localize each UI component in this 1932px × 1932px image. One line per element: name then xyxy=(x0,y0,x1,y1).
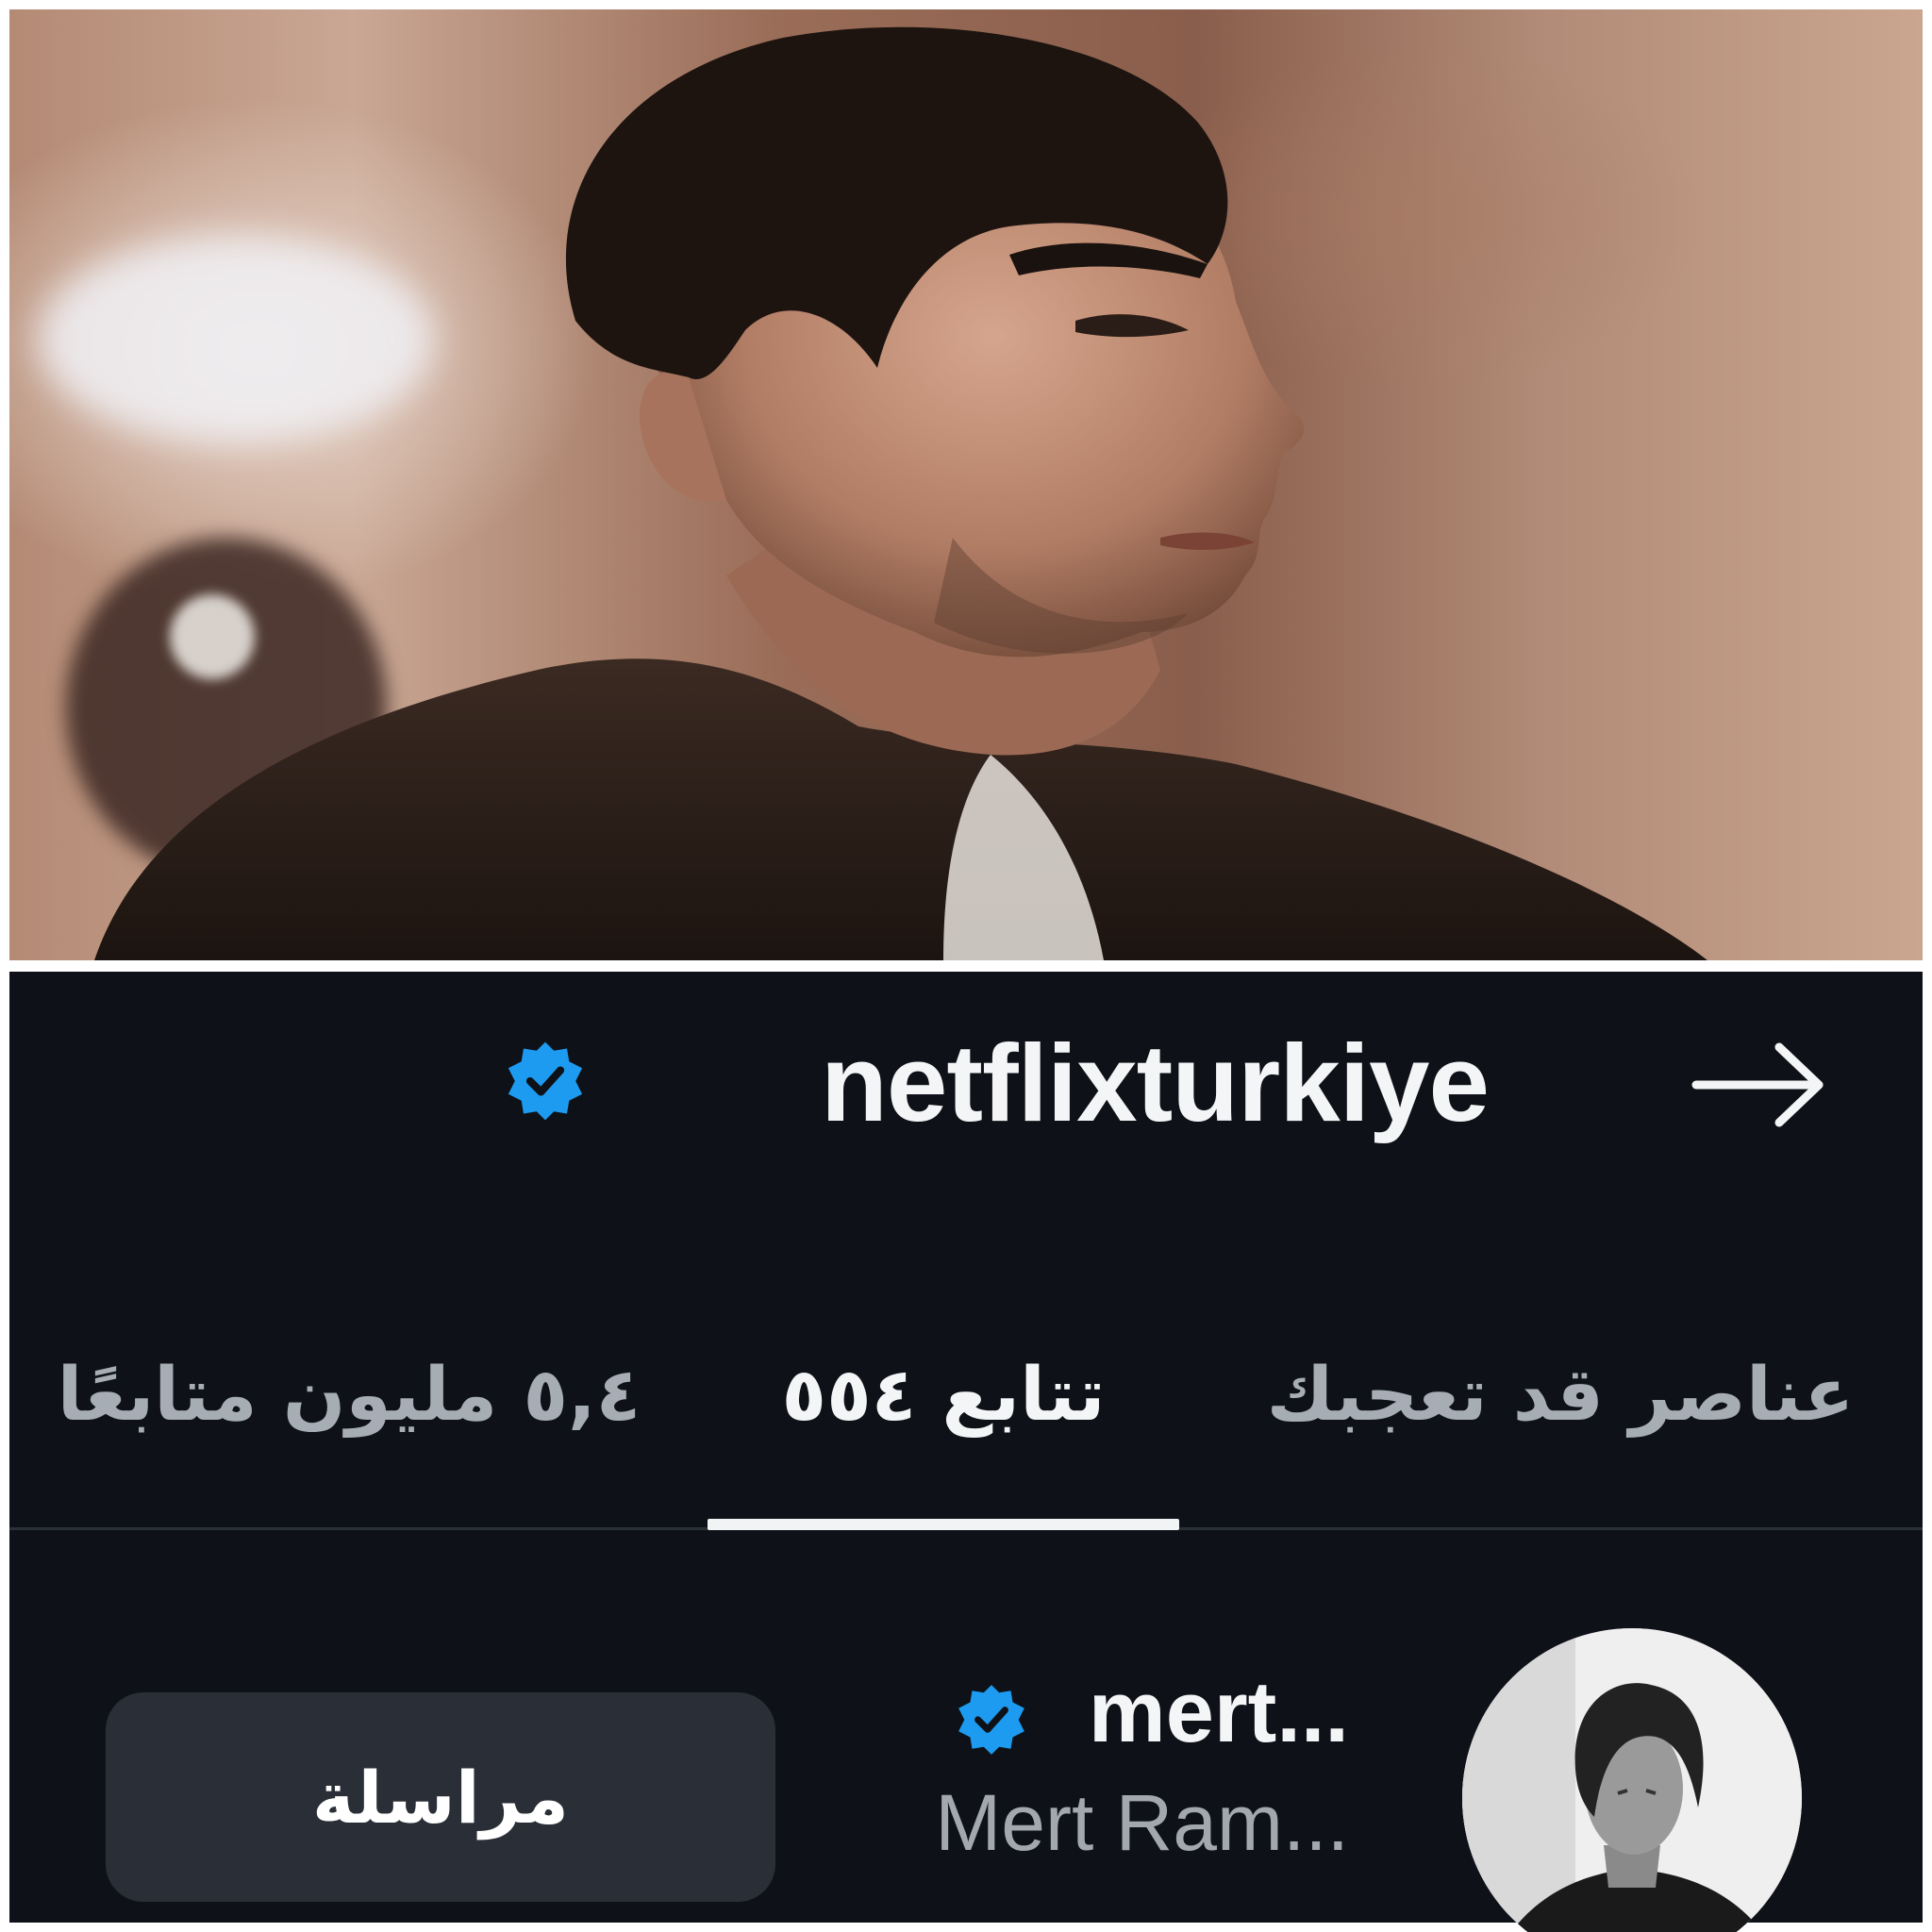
portrait-illustration xyxy=(94,26,1707,960)
verified-badge-icon xyxy=(958,1685,1024,1755)
tab-suggested[interactable]: عناصر قد تعجبك xyxy=(1198,1292,1923,1527)
tab-following[interactable]: تتابع ٥٥٤ xyxy=(689,1292,1198,1530)
tab-following-label: تتابع ٥٥٤ xyxy=(781,1353,1106,1438)
message-button-label: مراسلة xyxy=(311,1755,570,1840)
tab-suggested-label: عناصر قد تعجبك xyxy=(1266,1353,1855,1438)
verified-badge-icon xyxy=(508,1041,583,1121)
avatar-photo xyxy=(1462,1628,1802,1932)
profile-header: netflixturkiye xyxy=(9,972,1923,1198)
profile-panel: netflixturkiye ٥,٤ مليون متابعًا تتابع ٥… xyxy=(9,972,1923,1932)
tab-followers-label: ٥,٤ مليون متابعًا xyxy=(57,1353,641,1438)
avatar[interactable] xyxy=(1462,1628,1802,1932)
list-item[interactable]: mert... Mert Ram... مراسلة xyxy=(9,1594,1923,1932)
account-handle[interactable]: mert... xyxy=(1089,1660,1349,1764)
profile-username: netflixturkiye xyxy=(821,1022,1490,1144)
tab-followers[interactable]: ٥,٤ مليون متابعًا xyxy=(9,1292,689,1527)
message-button[interactable]: مراسلة xyxy=(106,1692,775,1902)
header-photo xyxy=(9,9,1923,960)
arrow-right-icon[interactable] xyxy=(1689,1038,1830,1132)
profile-tabs: ٥,٤ مليون متابعًا تتابع ٥٥٤ عناصر قد تعج… xyxy=(9,1292,1923,1530)
account-display-name: Mert Ram... xyxy=(935,1778,1349,1867)
